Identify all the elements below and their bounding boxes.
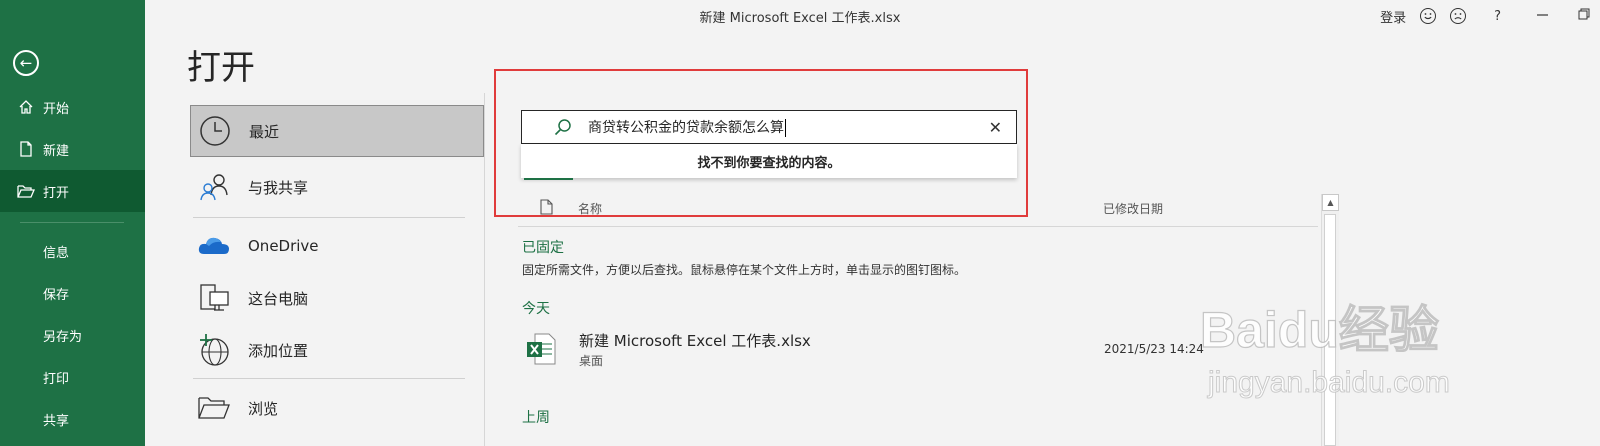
location-recent[interactable]: 最近	[190, 105, 484, 157]
sidebar-item-label: 新建	[43, 143, 70, 159]
home-icon	[17, 99, 35, 115]
file-modified-date: 2021/5/23 14:24	[1104, 342, 1204, 356]
smile-feedback-icon[interactable]	[1420, 8, 1437, 24]
highlight-annotation-box	[494, 69, 1028, 217]
header-divider	[518, 226, 1318, 227]
column-header-name[interactable]: 名称	[578, 200, 602, 217]
sidebar-item-info[interactable]: 信息	[0, 230, 188, 272]
watermark-url: jingyan.baidu.com	[1208, 366, 1451, 400]
sidebar-item-save[interactable]: 保存	[0, 272, 188, 314]
location-label: 浏览	[248, 399, 279, 418]
location-label: 与我共享	[248, 178, 309, 197]
location-divider	[193, 378, 465, 379]
new-doc-icon	[17, 141, 35, 157]
sidebar-item-label: 打开	[43, 185, 70, 201]
sidebar-item-save-as[interactable]: 另存为	[0, 314, 188, 356]
section-pinned: 已固定	[522, 240, 564, 256]
window-title: 新建 Microsoft Excel 工作表.xlsx	[699, 11, 901, 26]
column-header-modified[interactable]: 已修改日期	[1103, 200, 1163, 217]
frown-feedback-icon[interactable]	[1450, 8, 1467, 24]
location-label: 最近	[249, 122, 280, 141]
people-icon	[194, 171, 234, 203]
scroll-up-icon[interactable]: ▲	[1322, 194, 1339, 211]
file-location: 桌面	[579, 354, 604, 368]
watermark-logo-text: Baidu经验	[1199, 301, 1439, 358]
location-onedrive[interactable]: OneDrive	[190, 220, 484, 272]
location-divider	[193, 217, 465, 218]
sidebar-item-label: 另存为	[43, 329, 83, 345]
sidebar-item-print[interactable]: 打印	[0, 356, 188, 398]
back-arrow-icon[interactable]: ←	[13, 50, 39, 76]
folder-icon	[194, 395, 234, 421]
location-this-pc[interactable]: 这台电脑	[190, 272, 484, 324]
file-name[interactable]: 新建 Microsoft Excel 工作表.xlsx	[579, 330, 811, 351]
location-label: 添加位置	[248, 341, 309, 360]
computer-icon	[194, 282, 234, 314]
section-last-week: 上周	[522, 410, 550, 426]
sidebar-item-share[interactable]: 共享	[0, 398, 188, 440]
location-add-place[interactable]: 添加位置	[190, 324, 484, 376]
location-label: 这台电脑	[248, 289, 309, 308]
login-link[interactable]: 登录	[1380, 7, 1406, 26]
sidebar-item-label: 打印	[43, 371, 70, 387]
sidebar-item-new[interactable]: 新建	[0, 128, 145, 170]
sidebar-item-label: 信息	[43, 245, 70, 261]
cloud-icon	[194, 234, 234, 258]
location-label: OneDrive	[248, 237, 319, 255]
baidu-watermark: Baidu经验 jingyan.baidu.com	[1199, 290, 1590, 410]
sidebar-item-label: 共享	[43, 413, 70, 429]
title-bar: 新建 Microsoft Excel 工作表.xlsx 登录 ?	[145, 0, 1600, 32]
minimize-icon[interactable]	[1537, 9, 1548, 24]
location-shared-with-me[interactable]: 与我共享	[190, 161, 484, 213]
section-today: 今天	[522, 301, 550, 317]
sidebar-item-open[interactable]: 打开	[0, 170, 145, 212]
sidebar-item-label: 保存	[43, 287, 70, 303]
page-title: 打开	[187, 48, 255, 88]
clock-icon	[195, 115, 235, 147]
sidebar-divider	[20, 222, 124, 223]
add-location-icon	[194, 333, 234, 367]
title-bar-controls: 登录 ?	[1380, 0, 1600, 32]
pinned-hint: 固定所需文件，方便以后查找。鼠标悬停在某个文件上方时，单击显示的图钉图标。	[522, 263, 967, 277]
sidebar-item-label: 开始	[43, 101, 70, 117]
location-browse[interactable]: 浏览	[190, 382, 484, 434]
panel-divider	[484, 93, 485, 446]
sidebar-item-home[interactable]: 开始	[0, 86, 145, 128]
help-button[interactable]: ?	[1494, 9, 1501, 24]
open-folder-icon	[17, 183, 35, 199]
file-type-icon	[540, 199, 553, 219]
excel-file-icon	[526, 333, 556, 365]
backstage-sidebar: ← 开始 新建 打开 信息 保存 另存为 打印 共享	[0, 0, 145, 446]
restore-icon[interactable]	[1578, 8, 1590, 24]
